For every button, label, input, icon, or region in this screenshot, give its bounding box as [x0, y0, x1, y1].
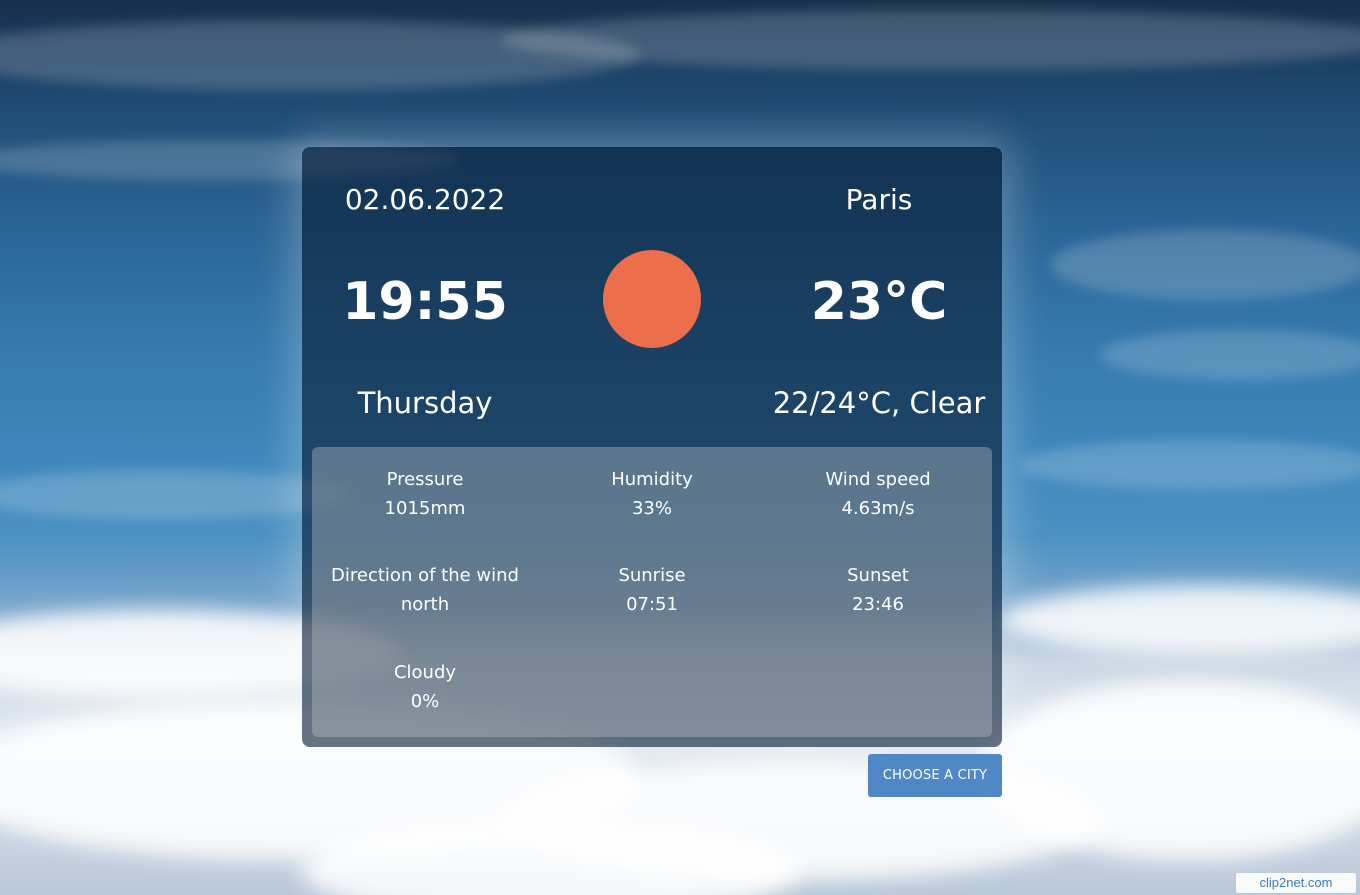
weekday-label: Thursday	[357, 386, 493, 420]
detail-value: 23:46	[852, 594, 904, 615]
weather-card: 02.06.2022 Paris 19:55 23°C Thursday 22/…	[302, 147, 1002, 747]
date-label: 02.06.2022	[344, 183, 506, 216]
current-time: 19:55	[342, 272, 508, 332]
detail-label: Sunset	[847, 565, 909, 586]
detail-label: Humidity	[611, 469, 693, 490]
detail-wind-speed: Wind speed 4.63m/s	[768, 465, 988, 523]
weather-details-panel: Pressure 1015mm Humidity 33% Wind speed …	[312, 447, 992, 737]
detail-value: 4.63m/s	[841, 498, 915, 519]
detail-value: 33%	[631, 498, 672, 519]
detail-label: Sunrise	[618, 565, 686, 586]
cloud-streak	[1100, 330, 1360, 380]
weather-description: 22/24°C, Clear	[772, 386, 986, 420]
current-temperature: 23°C	[810, 272, 948, 332]
cloud-streak	[500, 10, 1360, 70]
cloud-streak	[1020, 440, 1360, 490]
detail-label: Cloudy	[393, 662, 457, 683]
detail-cloudy: Cloudy 0%	[315, 658, 535, 716]
detail-sunset: Sunset 23:46	[768, 561, 988, 619]
weather-summary: 02.06.2022 Paris 19:55 23°C Thursday 22/…	[302, 147, 1002, 447]
cloud-streak	[1050, 230, 1360, 300]
choose-city-button[interactable]: CHOOSE A CITY	[868, 754, 1002, 797]
detail-value: 07:51	[626, 594, 678, 615]
detail-value: 0%	[410, 691, 440, 712]
detail-label: Direction of the wind	[331, 565, 519, 586]
cloud-streak	[0, 470, 350, 520]
city-name: Paris	[845, 183, 913, 216]
sun-icon	[603, 250, 701, 348]
detail-wind-direction: Direction of the wind north	[315, 561, 535, 619]
watermark-logo: clip2net.com	[1236, 873, 1356, 893]
detail-label: Pressure	[386, 469, 464, 490]
detail-value: north	[400, 594, 450, 615]
detail-sunrise: Sunrise 07:51	[542, 561, 762, 619]
cloud	[1000, 585, 1360, 655]
detail-humidity: Humidity 33%	[542, 465, 762, 523]
detail-pressure: Pressure 1015mm	[315, 465, 535, 523]
detail-label: Wind speed	[825, 469, 931, 490]
detail-value: 1015mm	[384, 498, 466, 519]
